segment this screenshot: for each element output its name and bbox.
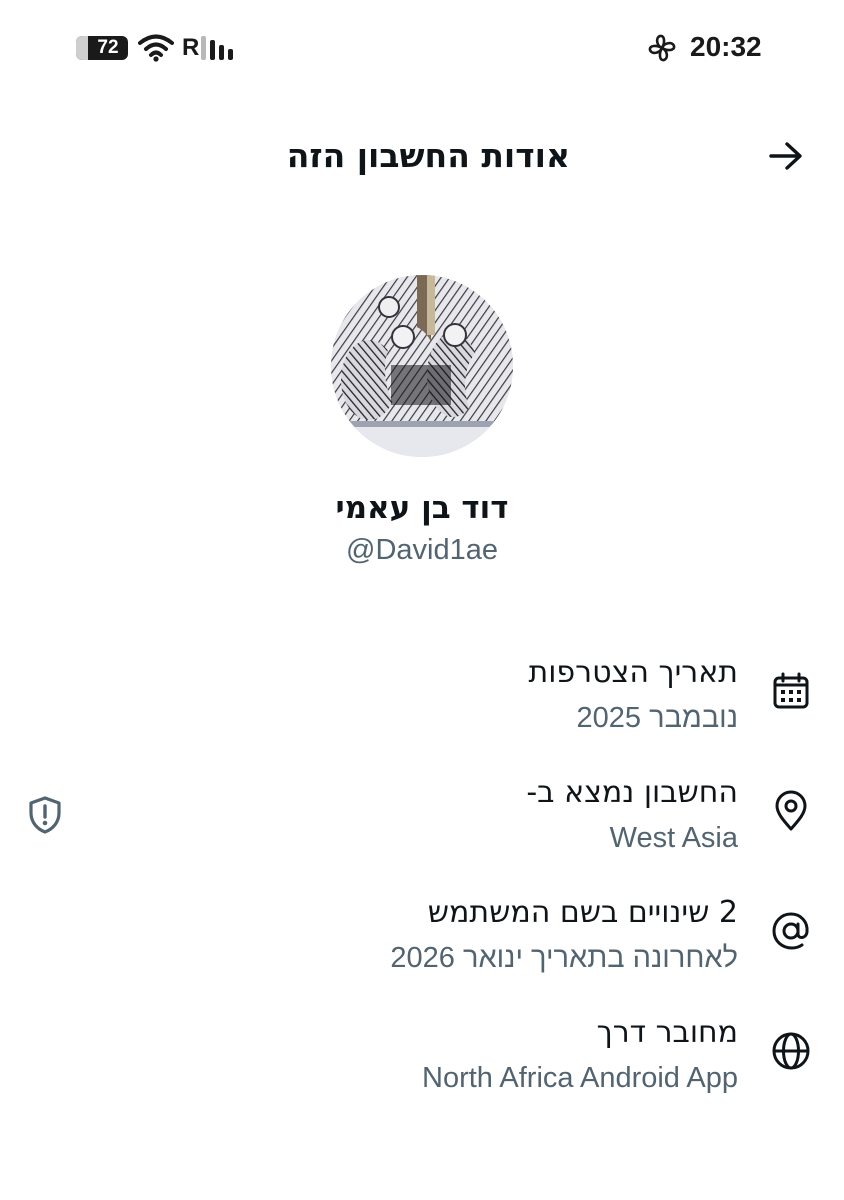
info-title: מחובר דרך xyxy=(596,1015,738,1050)
wifi-icon xyxy=(138,34,174,62)
avatar-image xyxy=(331,275,513,457)
info-row-connected-via: מחובר דרך North Africa Android App xyxy=(0,1012,844,1112)
location-pin-icon xyxy=(775,790,807,831)
avatar[interactable] xyxy=(331,275,513,457)
info-value: לאחרונה בתאריך ינואר 2026 xyxy=(390,942,738,974)
info-value: נובמבר 2025 xyxy=(576,702,739,734)
fan-icon xyxy=(648,34,676,62)
username-handle: @David1ae xyxy=(346,534,498,566)
info-title: תאריך הצטרפות xyxy=(528,655,738,690)
page-title: אודות החשבון הזה xyxy=(286,136,570,175)
display-name: דוד בן עאמי xyxy=(335,490,509,526)
back-button[interactable] xyxy=(764,134,808,178)
battery-level: 72 xyxy=(97,37,119,58)
info-value: North Africa Android App xyxy=(422,1062,738,1094)
globe-icon xyxy=(772,1032,810,1070)
info-row-username-changes[interactable]: 2 שינויים בשם המשתמש לאחרונה בתאריך ינוא… xyxy=(0,892,844,992)
at-sign-icon xyxy=(772,912,809,950)
info-row-join-date: תאריך הצטרפות נובמבר 2025 xyxy=(0,652,844,752)
info-title: החשבון נמצא ב- xyxy=(526,775,738,810)
shield-alert-icon[interactable] xyxy=(26,795,64,835)
battery-icon: 72 xyxy=(76,36,128,60)
roaming-indicator: R xyxy=(182,34,200,61)
status-bar: 72 R 20:32 xyxy=(0,0,844,96)
arrow-right-icon xyxy=(769,142,802,170)
clock: 20:32 xyxy=(690,31,762,62)
signal-icon xyxy=(201,36,233,60)
info-row-location: החשבון נמצא ב- West Asia xyxy=(0,772,844,872)
calendar-icon xyxy=(773,672,809,709)
info-title: 2 שינויים בשם המשתמש xyxy=(427,895,738,930)
info-value: West Asia xyxy=(609,822,738,854)
